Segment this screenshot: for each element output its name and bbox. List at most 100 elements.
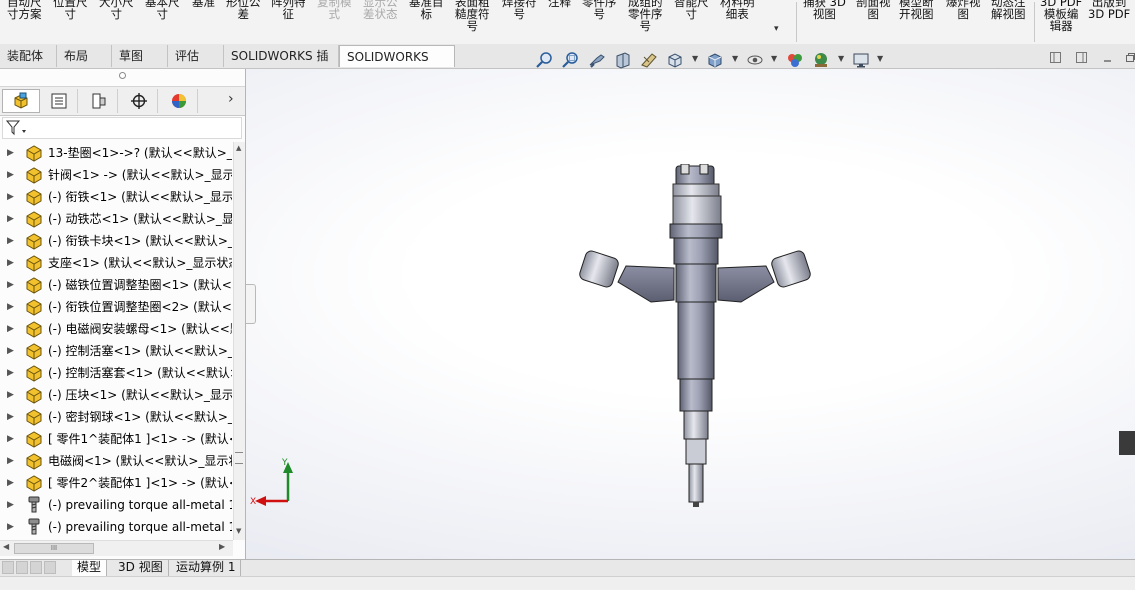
tree-item[interactable]: ▶ (-) 衔铁卡块<1> (默认<<默认>_显 <box>0 230 232 252</box>
tree-vertical-scrollbar[interactable]: ▲ ▼ <box>233 142 245 540</box>
tree-item[interactable]: ▶ [ 零件1^装配体1 ]<1> -> (默认< <box>0 428 232 450</box>
graphics-area[interactable]: Y X <box>246 69 1135 559</box>
panel-splitter[interactable] <box>119 72 126 79</box>
tab-property-manager[interactable] <box>40 89 78 113</box>
surface-finish-button[interactable]: 表面粗 糙度符 号 <box>455 0 490 32</box>
tab-display-manager[interactable] <box>160 89 198 113</box>
publish-3d-pdf-button[interactable]: 出版到 3D PDF <box>1088 0 1130 20</box>
tree-item[interactable]: ▶ (-) prevailing torque all-metal 1 <box>0 516 232 538</box>
tab-layout[interactable]: 布局 <box>57 45 112 67</box>
minimize-icon[interactable] <box>1102 52 1113 63</box>
injector-3d-model[interactable] <box>576 164 821 509</box>
expand-arrow-icon[interactable]: ▶ <box>7 472 14 494</box>
display-style-icon[interactable] <box>706 51 724 69</box>
hide-show-items-icon[interactable] <box>746 51 764 69</box>
hide-show-dropdown-icon[interactable]: ▼ <box>771 54 777 63</box>
tab-motion-study-1[interactable]: 运动算例 1 <box>171 560 242 576</box>
copy-scheme-button[interactable]: 复制模 式 <box>317 0 352 20</box>
section-view-button[interactable]: 剖面视 图 <box>856 0 891 20</box>
expand-arrow-icon[interactable]: ▶ <box>7 252 14 274</box>
tree-item[interactable]: ▶ 13-垫圈<1>->? (默认<<默认>_显 <box>0 142 232 164</box>
datum-button[interactable]: 基准 <box>192 0 215 8</box>
tree-item[interactable]: ▶ [ 零件2^装配体1 ]<1> -> (默认< <box>0 472 232 494</box>
expand-arrow-icon[interactable]: ▶ <box>7 318 14 340</box>
tree-item[interactable]: ▶ (-) 控制活塞套<1> (默认<<默认> <box>0 362 232 384</box>
scroll-down-icon[interactable]: ▼ <box>236 527 241 535</box>
horizontal-scroll-thumb[interactable]: III <box>14 543 94 554</box>
ribbon-more-dropdown[interactable]: ▾ <box>774 24 779 34</box>
tree-item[interactable]: ▶ 支座<1> (默认<<默认>_显示状态 <box>0 252 232 274</box>
capture-3d-view-button[interactable]: 捕获 3D 视图 <box>803 0 846 20</box>
tab-solidworks-addins[interactable]: SOLIDWORKS 插件 <box>224 45 339 85</box>
pattern-feature-button[interactable]: 阵列特 征 <box>271 0 306 20</box>
expand-arrow-icon[interactable]: ▶ <box>7 384 14 406</box>
expand-arrow-icon[interactable]: ▶ <box>7 340 14 362</box>
tree-item[interactable]: ▶ (-) 衔铁位置调整垫圈<2> (默认<< <box>0 296 232 318</box>
tree-item[interactable]: ▶ (-) 控制活塞<1> (默认<<默认>_显 <box>0 340 232 362</box>
dynamic-annotation-icon[interactable] <box>640 51 658 69</box>
tree-item[interactable]: ▶ (-) 密封钢球<1> (默认<<默认>_显 <box>0 406 232 428</box>
location-dimension-button[interactable]: 位置尺 寸 <box>53 0 88 20</box>
weld-symbol-button[interactable]: 焊接符 号 <box>502 0 537 20</box>
tab-model[interactable]: 模型 <box>72 560 108 576</box>
tab-feature-manager[interactable] <box>2 89 40 113</box>
expand-arrow-icon[interactable]: ▶ <box>7 274 14 296</box>
size-dimension-button[interactable]: 大小尺 寸 <box>99 0 134 20</box>
previous-tab-button[interactable] <box>16 561 28 574</box>
view-orientation-dropdown-icon[interactable]: ▼ <box>692 54 698 63</box>
task-pane-tab[interactable] <box>1119 431 1135 455</box>
tab-sketch[interactable]: 草图 <box>112 45 168 67</box>
previous-view-icon[interactable] <box>588 51 606 69</box>
auto-dimension-scheme-button[interactable]: 自动尺 寸方案 <box>7 0 42 20</box>
tile-left-icon[interactable] <box>1050 52 1061 63</box>
tree-filter[interactable] <box>2 117 242 139</box>
expand-arrow-icon[interactable]: ▶ <box>7 494 14 516</box>
balloon-button[interactable]: 零件序 号 <box>582 0 617 20</box>
expand-arrow-icon[interactable]: ▶ <box>7 186 14 208</box>
smart-dimension-button[interactable]: 智能尺 寸 <box>674 0 709 20</box>
expand-arrow-icon[interactable]: ▶ <box>7 516 14 538</box>
tree-item[interactable]: ▶ (-) 衔铁<1> (默认<<默认>_显示状 <box>0 186 232 208</box>
apply-scene-dropdown-icon[interactable]: ▼ <box>838 54 844 63</box>
tree-horizontal-scrollbar[interactable]: ◀ III ▶ <box>0 540 233 556</box>
view-orientation-icon[interactable] <box>666 51 684 69</box>
expand-arrow-icon[interactable]: ▶ <box>7 142 14 164</box>
basic-dimension-button[interactable]: 基本尺 寸 <box>145 0 180 20</box>
bill-of-materials-button[interactable]: 材料明 细表 <box>720 0 755 20</box>
explode-view-button[interactable]: 爆炸视 图 <box>946 0 981 20</box>
tab-configuration-manager[interactable] <box>80 89 118 113</box>
tab-evaluate[interactable]: 评估 <box>168 45 224 67</box>
3d-pdf-template-editor-button[interactable]: 3D PDF 模板编 辑器 <box>1040 0 1082 32</box>
tab-scroll-right-icon[interactable]: › <box>228 91 234 107</box>
display-style-dropdown-icon[interactable]: ▼ <box>732 54 738 63</box>
edit-appearance-icon[interactable] <box>786 51 804 69</box>
geometric-tolerance-button[interactable]: 形位公 差 <box>226 0 261 20</box>
expand-arrow-icon[interactable]: ▶ <box>7 362 14 384</box>
tree-item[interactable]: ▶ (-) 压块<1> (默认<<默认>_显示状 <box>0 384 232 406</box>
tree-item[interactable]: ▶ (-) 动铁芯<1> (默认<<默认>_显示 <box>0 208 232 230</box>
scroll-right-icon[interactable]: ▶ <box>219 542 225 551</box>
zoom-to-fit-icon[interactable] <box>536 51 554 69</box>
next-tab-button[interactable] <box>30 561 42 574</box>
view-settings-dropdown-icon[interactable]: ▼ <box>877 54 883 63</box>
note-button[interactable]: 注释 <box>548 0 571 8</box>
expand-arrow-icon[interactable]: ▶ <box>7 428 14 450</box>
expand-arrow-icon[interactable]: ▶ <box>7 296 14 318</box>
filter-icon[interactable] <box>6 120 28 136</box>
scroll-up-icon[interactable]: ▲ <box>236 144 241 152</box>
zoom-to-area-icon[interactable] <box>562 51 580 69</box>
broken-out-view-button[interactable]: 模型断 开视图 <box>899 0 934 20</box>
expand-arrow-icon[interactable]: ▶ <box>7 230 14 252</box>
expand-arrow-icon[interactable]: ▶ <box>7 164 14 186</box>
first-tab-button[interactable] <box>2 561 14 574</box>
tree-item[interactable]: ▶ (-) 电磁阀安装螺母<1> (默认<<默 <box>0 318 232 340</box>
tile-right-icon[interactable] <box>1076 52 1087 63</box>
apply-scene-icon[interactable] <box>812 51 830 69</box>
view-settings-icon[interactable] <box>852 51 870 69</box>
expand-arrow-icon[interactable]: ▶ <box>7 208 14 230</box>
restore-icon[interactable] <box>1124 52 1135 63</box>
tab-dimxpert-manager[interactable] <box>120 89 158 113</box>
expand-arrow-icon[interactable]: ▶ <box>7 450 14 472</box>
last-tab-button[interactable] <box>44 561 56 574</box>
tab-3d-views[interactable]: 3D 视图 <box>113 560 169 576</box>
